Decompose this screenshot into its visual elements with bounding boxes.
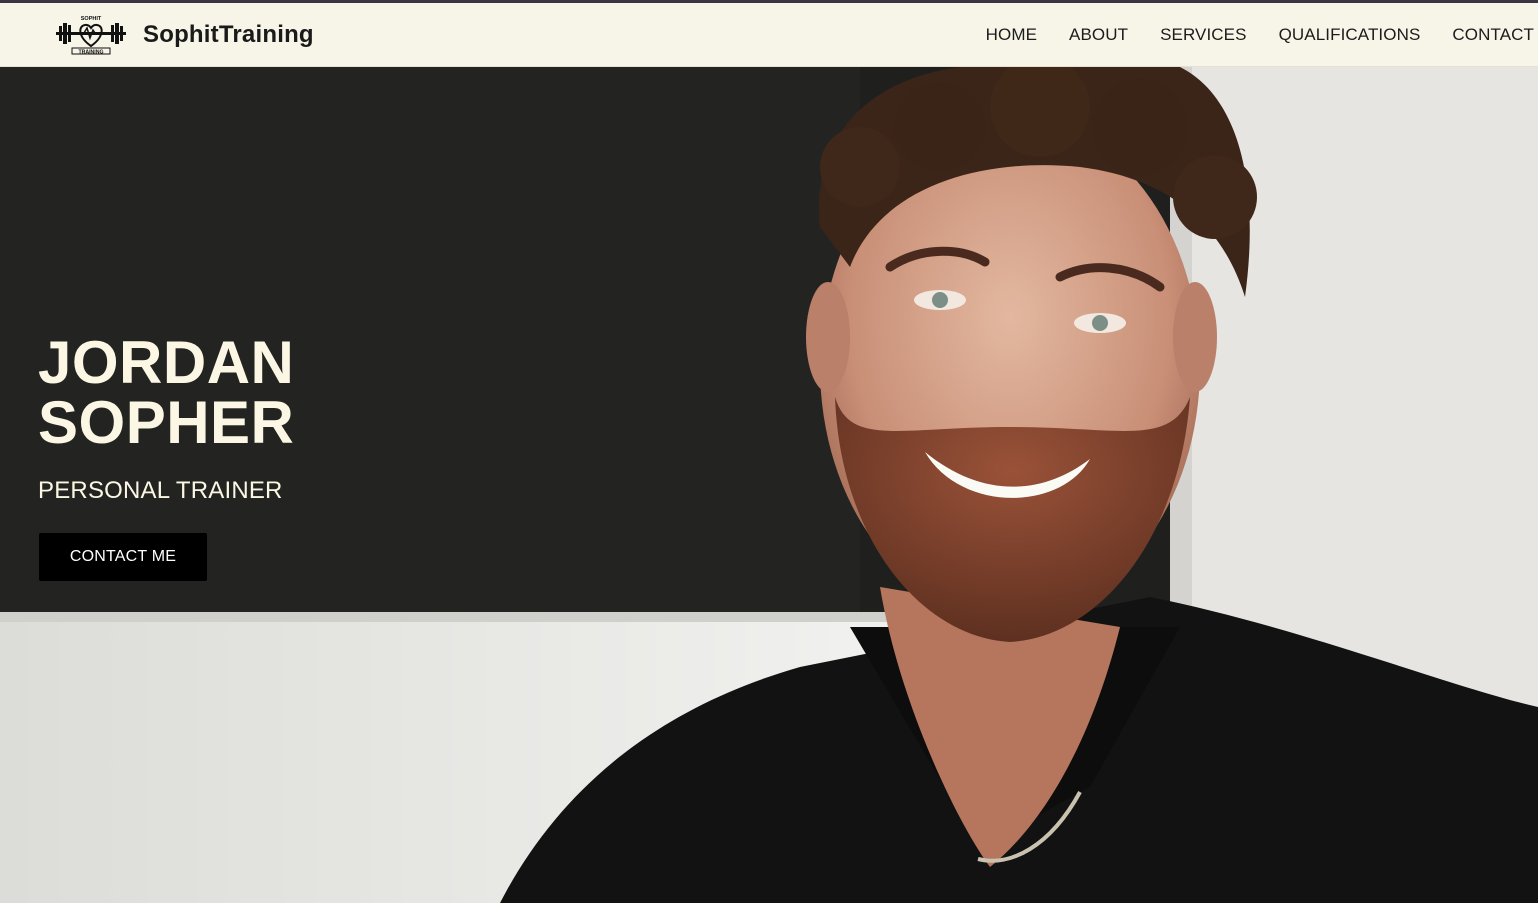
nav-contact[interactable]: CONTACT — [1452, 25, 1534, 45]
nav-services[interactable]: SERVICES — [1160, 25, 1246, 45]
brand-name[interactable]: SophitTraining — [143, 21, 314, 49]
hero-name-first: JORDAN — [38, 329, 295, 396]
hero-name: JORDAN SOPHER — [38, 333, 294, 453]
main-nav: HOME ABOUT SERVICES QUALIFICATIONS CONTA… — [954, 3, 1534, 67]
nav-home[interactable]: HOME — [986, 25, 1037, 45]
contact-me-button[interactable]: CONTACT ME — [39, 533, 207, 581]
hero-section: JORDAN SOPHER PERSONAL TRAINER CONTACT M… — [0, 67, 1538, 903]
brand[interactable]: TRAINING SOPHIT SophitTraining — [54, 13, 314, 57]
nav-qualifications[interactable]: QUALIFICATIONS — [1279, 25, 1421, 45]
hero-text-block: JORDAN SOPHER PERSONAL TRAINER — [38, 333, 294, 505]
svg-text:TRAINING: TRAINING — [78, 49, 103, 55]
svg-text:SOPHIT: SOPHIT — [81, 16, 102, 22]
hero-role: PERSONAL TRAINER — [38, 477, 283, 504]
barbell-heart-logo-icon: TRAINING SOPHIT — [56, 16, 126, 55]
nav-about[interactable]: ABOUT — [1069, 25, 1128, 45]
hero-name-last: SOPHER — [38, 389, 295, 456]
navbar: TRAINING SOPHIT SophitTraining HOME ABOU… — [0, 3, 1538, 67]
